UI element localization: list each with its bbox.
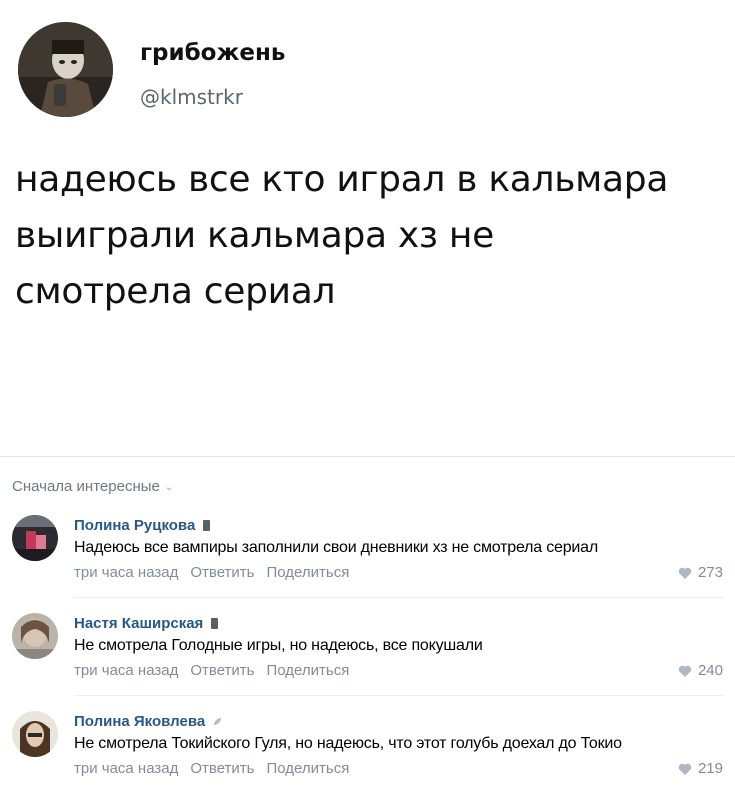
share-link[interactable]: Поделиться [266, 662, 349, 679]
tweet-avatar[interactable] [18, 22, 113, 117]
comment-author[interactable]: Полина Яковлева [74, 713, 222, 730]
comment-separator [74, 695, 723, 696]
reply-link[interactable]: Ответить [190, 662, 254, 679]
phone-badge-icon [203, 520, 211, 531]
reply-link[interactable]: Ответить [190, 760, 254, 777]
comment-item: Полина Яковлева Не смотрела Токийского Г… [0, 711, 735, 801]
comment-text: Не смотрела Токийского Гуля, но надеюсь,… [74, 735, 622, 752]
comment-meta: три часа назад Ответить Поделиться [74, 564, 349, 581]
comment-text: Надеюсь все вампиры заполнили свои дневн… [74, 539, 598, 556]
comments-sort-label: Сначала интересные [12, 478, 160, 495]
heart-icon [678, 763, 692, 775]
chevron-down-icon: ⌄ [164, 482, 174, 493]
section-divider [0, 456, 735, 457]
comment-item: Полина Руцкова Надеюсь все вампиры запол… [0, 515, 735, 607]
comment-author[interactable]: Настя Каширская [74, 615, 219, 632]
comment-time[interactable]: три часа назад [74, 564, 178, 581]
comment-item: Настя Каширская Не смотрела Голодные игр… [0, 613, 735, 705]
share-link[interactable]: Поделиться [266, 760, 349, 777]
comment-avatar[interactable] [12, 613, 58, 659]
tweet-text: надеюсь все кто играл в кальмара выиграл… [15, 152, 720, 320]
share-link[interactable]: Поделиться [266, 564, 349, 581]
comment-meta: три часа назад Ответить Поделиться [74, 760, 349, 777]
comment-author[interactable]: Полина Руцкова [74, 517, 211, 534]
comment-author-name: Полина Руцкова [74, 517, 196, 534]
like-count: 240 [697, 662, 723, 679]
tweet-card: грибожень @klmstrkr надеюсь все кто игра… [0, 0, 735, 455]
comment-text: Не смотрела Голодные игры, но надеюсь, в… [74, 637, 483, 654]
like-button[interactable]: 240 [678, 662, 723, 679]
like-count: 219 [697, 760, 723, 777]
like-button[interactable]: 219 [678, 760, 723, 777]
like-count: 273 [697, 564, 723, 581]
tweet-line: надеюсь все кто играл в кальмара [15, 159, 669, 200]
comment-author-name: Настя Каширская [74, 615, 204, 632]
comment-time[interactable]: три часа назад [74, 662, 178, 679]
like-button[interactable]: 273 [678, 564, 723, 581]
comment-time[interactable]: три часа назад [74, 760, 178, 777]
comment-author-name: Полина Яковлева [74, 713, 206, 730]
reply-link[interactable]: Ответить [190, 564, 254, 581]
tweet-author-handle[interactable]: @klmstrkr [140, 85, 243, 109]
tweet-author-name[interactable]: грибожень [140, 40, 285, 66]
heart-icon [678, 567, 692, 579]
phone-badge-icon [211, 618, 219, 629]
comment-separator [74, 597, 723, 598]
comments-sort-dropdown[interactable]: Сначала интересные ⌄ [12, 478, 173, 495]
tweet-line: выиграли кальмара хз не [15, 215, 494, 256]
comment-avatar[interactable] [12, 515, 58, 561]
tweet-line: смотрела сериал [15, 271, 336, 312]
heart-icon [678, 665, 692, 677]
leaf-badge-icon [214, 717, 222, 726]
comment-meta: три часа назад Ответить Поделиться [74, 662, 349, 679]
comment-avatar[interactable] [12, 711, 58, 757]
